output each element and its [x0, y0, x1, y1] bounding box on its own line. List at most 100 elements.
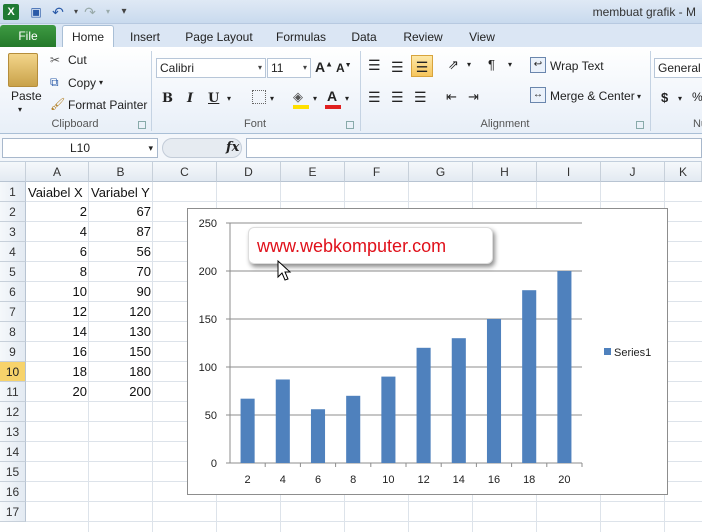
row-header-17[interactable]: 17	[0, 502, 26, 522]
column-header-c[interactable]: C	[153, 162, 217, 182]
cell-a6[interactable]: 10	[26, 282, 87, 302]
font-name-combo[interactable]: Calibri ▾	[156, 58, 266, 78]
bold-button[interactable]: B	[162, 91, 173, 106]
tab-data[interactable]: Data	[344, 27, 384, 47]
excel-logo-icon[interactable]: X	[3, 4, 19, 20]
currency-dropdown-icon[interactable]: ▾	[678, 94, 682, 103]
column-header-b[interactable]: B	[89, 162, 153, 182]
row-header-8[interactable]: 8	[0, 322, 26, 342]
borders-icon[interactable]	[252, 90, 266, 104]
cell-b8[interactable]: 130	[89, 322, 151, 342]
orientation-icon[interactable]: ⇗	[448, 57, 459, 73]
column-header-j[interactable]: J	[601, 162, 665, 182]
increase-indent-icon[interactable]: ⇥	[468, 89, 479, 105]
row-header-1[interactable]: 1	[0, 182, 26, 202]
tab-home[interactable]: Home	[62, 25, 114, 48]
tab-view[interactable]: View	[460, 27, 504, 47]
undo-icon[interactable]: ↶	[50, 4, 66, 20]
copy-button[interactable]: Copy	[68, 76, 96, 90]
cell-b1[interactable]: Variabel Y	[91, 183, 150, 203]
select-all-corner[interactable]	[0, 162, 26, 182]
row-header-15[interactable]: 15	[0, 462, 26, 482]
row-header-6[interactable]: 6	[0, 282, 26, 302]
wrap-text-button[interactable]: Wrap Text	[550, 59, 604, 73]
row-header-16[interactable]: 16	[0, 482, 26, 502]
format-painter-button[interactable]: Format Painter	[68, 98, 147, 112]
align-center-icon[interactable]: ☰	[391, 89, 404, 106]
cut-button[interactable]: Cut	[68, 53, 87, 67]
row-header-9[interactable]: 9	[0, 342, 26, 362]
cell-b4[interactable]: 56	[89, 242, 151, 262]
paste-icon[interactable]	[8, 53, 38, 87]
cell-a10[interactable]: 18	[26, 362, 87, 382]
column-header-a[interactable]: A	[26, 162, 89, 182]
cell-b11[interactable]: 200	[89, 382, 151, 402]
cell-b7[interactable]: 120	[89, 302, 151, 322]
cell-b5[interactable]: 70	[89, 262, 151, 282]
row-header-11[interactable]: 11	[0, 382, 26, 402]
font-size-combo[interactable]: 11 ▾	[267, 58, 311, 78]
cell-b9[interactable]: 150	[89, 342, 151, 362]
row-header-3[interactable]: 3	[0, 222, 26, 242]
formula-input[interactable]	[246, 138, 702, 158]
tab-page-layout[interactable]: Page Layout	[180, 27, 258, 47]
tab-formulas[interactable]: Formulas	[270, 27, 332, 47]
font-color-icon[interactable]: A	[327, 88, 337, 104]
cell-a8[interactable]: 14	[26, 322, 87, 342]
tab-review[interactable]: Review	[396, 27, 450, 47]
row-header-7[interactable]: 7	[0, 302, 26, 322]
row-header-10[interactable]: 10	[0, 362, 26, 382]
tab-file[interactable]: File	[0, 25, 56, 47]
italic-button[interactable]: I	[187, 91, 193, 106]
customize-qat-icon[interactable]: ▾	[116, 4, 132, 20]
align-right-icon[interactable]: ☰	[414, 89, 427, 106]
column-header-i[interactable]: I	[537, 162, 601, 182]
alignment-launcher-icon[interactable]	[636, 121, 644, 129]
underline-dropdown-icon[interactable]: ▾	[227, 94, 231, 103]
text-direction-dropdown-icon[interactable]: ▾	[508, 60, 512, 69]
merge-center-button[interactable]: Merge & Center	[550, 89, 635, 103]
font-color-dropdown-icon[interactable]: ▾	[345, 94, 349, 103]
row-header-2[interactable]: 2	[0, 202, 26, 222]
shrink-font-icon[interactable]: A▼	[336, 61, 352, 75]
copy-dropdown-icon[interactable]: ▾	[99, 78, 103, 87]
paste-dropdown-icon[interactable]: ▾	[18, 105, 22, 114]
paste-button[interactable]: Paste	[11, 89, 42, 103]
percent-button[interactable]: %	[692, 90, 702, 104]
column-header-g[interactable]: G	[409, 162, 473, 182]
decrease-indent-icon[interactable]: ⇤	[446, 89, 457, 105]
cell-b3[interactable]: 87	[89, 222, 151, 242]
column-header-d[interactable]: D	[217, 162, 281, 182]
redo-icon[interactable]: ↷	[82, 4, 98, 20]
column-header-k[interactable]: K	[665, 162, 702, 182]
fill-color-icon[interactable]: ◈	[293, 89, 303, 105]
cell-a2[interactable]: 2	[26, 202, 87, 222]
row-header-4[interactable]: 4	[0, 242, 26, 262]
insert-function-button[interactable]: fx	[226, 140, 239, 155]
borders-dropdown-icon[interactable]: ▾	[270, 94, 274, 103]
cell-a9[interactable]: 16	[26, 342, 87, 362]
currency-button[interactable]: $	[661, 90, 668, 105]
merge-dropdown-icon[interactable]: ▾	[637, 92, 641, 101]
row-header-13[interactable]: 13	[0, 422, 26, 442]
column-header-h[interactable]: H	[473, 162, 537, 182]
align-top-icon[interactable]: ☰	[368, 57, 381, 74]
redo-dropdown-icon[interactable]: ▾	[100, 4, 116, 20]
clipboard-launcher-icon[interactable]	[138, 121, 146, 129]
row-header-5[interactable]: 5	[0, 262, 26, 282]
column-header-f[interactable]: F	[345, 162, 409, 182]
align-left-icon[interactable]: ☰	[368, 89, 381, 106]
grow-font-icon[interactable]: A▲	[315, 59, 333, 75]
orientation-dropdown-icon[interactable]: ▾	[467, 60, 471, 69]
align-middle-icon[interactable]: ☰	[391, 59, 404, 76]
cell-a5[interactable]: 8	[26, 262, 87, 282]
cell-b6[interactable]: 90	[89, 282, 151, 302]
column-header-e[interactable]: E	[281, 162, 345, 182]
cell-a11[interactable]: 20	[26, 382, 87, 402]
cell-a7[interactable]: 12	[26, 302, 87, 322]
cell-a3[interactable]: 4	[26, 222, 87, 242]
underline-button[interactable]: U	[208, 91, 219, 106]
fill-color-dropdown-icon[interactable]: ▾	[313, 94, 317, 103]
align-bottom-icon[interactable]: ☰	[411, 55, 433, 77]
row-header-12[interactable]: 12	[0, 402, 26, 422]
